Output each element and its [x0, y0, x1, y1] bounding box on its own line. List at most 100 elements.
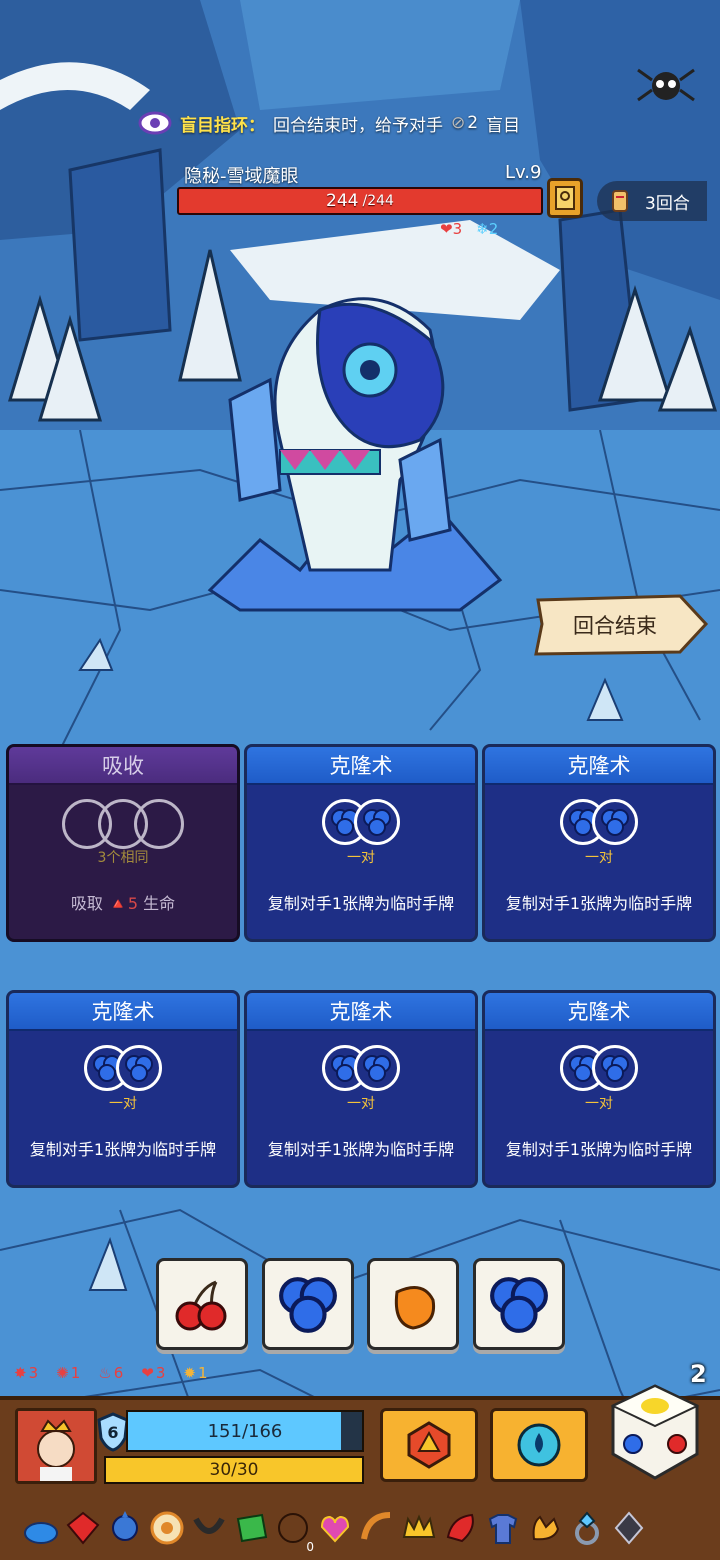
relic-heart-charm-icon[interactable]	[314, 1502, 356, 1554]
player-hp-bar: 151/166	[126, 1410, 364, 1452]
card-clone[interactable]: 克隆术 一对 复制对手1张牌为临时手牌	[244, 744, 478, 942]
end-turn-button[interactable]: 回合结束	[530, 594, 710, 656]
player-status-value: 1	[197, 1364, 208, 1382]
player-status-value: 3	[28, 1364, 39, 1382]
card-slots	[322, 1045, 400, 1091]
card-title: 克隆术	[247, 747, 475, 785]
relic-blue-shirt-icon[interactable]	[482, 1502, 524, 1554]
relic-blue-slime-icon[interactable]	[20, 1502, 62, 1554]
enemy-hp-max: /244	[362, 193, 394, 209]
scroll-icon	[612, 190, 628, 212]
card-title: 克隆术	[485, 993, 713, 1031]
blueberry-icon	[490, 1277, 548, 1333]
roll-dice-button[interactable]	[605, 1382, 705, 1482]
enemy-status-value: 2	[488, 220, 499, 238]
end-turn-label: 回合结束	[573, 614, 657, 638]
relic-diamond-ring-icon[interactable]	[566, 1502, 608, 1554]
card-description: 复制对手1张牌为临时手牌	[505, 1140, 693, 1159]
card-slots	[560, 1045, 638, 1091]
relic-green-leaf-icon[interactable]	[230, 1502, 272, 1554]
relic-count-badge: 0	[306, 1540, 314, 1554]
card-title: 吸收	[9, 747, 237, 785]
flame-icon: ✹ 1	[183, 1364, 208, 1382]
claw-icon: ♨ 6	[98, 1364, 124, 1382]
player-status-value: 3	[155, 1364, 166, 1382]
relic-button-icon[interactable]: 0	[272, 1502, 314, 1554]
desc-prefix: 吸取	[70, 894, 103, 913]
card-slots	[62, 799, 184, 849]
card-slots	[84, 1045, 162, 1091]
card-requirement: 一对	[347, 850, 375, 866]
blueberry-icon	[279, 1277, 337, 1333]
enemy-buff-bar[interactable]: 盲目指环： 回合结束时，给予对手 ⊘ 2 盲目	[138, 104, 578, 142]
blueberry-icon	[354, 799, 400, 845]
bite-icon: 🔺5	[107, 894, 139, 913]
enemy-hp-text: 244 /244	[179, 189, 541, 213]
player-hp-text: 151/166	[207, 1420, 283, 1442]
card-requirement: 一对	[347, 1096, 375, 1112]
blueberry-icon	[354, 1045, 400, 1091]
card-title: 克隆术	[247, 993, 475, 1031]
card-description: 复制对手1张牌为临时手牌	[505, 894, 693, 913]
card-clone[interactable]: 克隆术 一对 复制对手1张牌为临时手牌	[244, 990, 478, 1188]
relic-spiked-orb-icon[interactable]	[104, 1502, 146, 1554]
card-description: 复制对手1张牌为临时手牌	[267, 894, 455, 913]
buff-effect: 盲目	[486, 115, 521, 136]
relic-crown-icon[interactable]	[398, 1502, 440, 1554]
relic-red-dragon-icon[interactable]	[440, 1502, 482, 1554]
player-status-effects: ✸ 3 ✺ 1 ♨ 6 ❤ 3 ✹ 1	[14, 1364, 208, 1382]
skill-button-fire-die[interactable]	[380, 1408, 478, 1482]
burst-icon: ✺ 1	[56, 1364, 81, 1382]
buff-name: 盲目指环：	[180, 115, 265, 136]
card-title: 克隆术	[9, 993, 237, 1031]
snow-demon-eye-monster[interactable]	[200, 270, 520, 620]
card-clone[interactable]: 克隆术 一对 复制对手1张牌为临时手牌	[6, 990, 240, 1188]
snowflake-icon: ❄2	[476, 220, 499, 238]
blueberry-icon	[116, 1045, 162, 1091]
enemy-level: Lv.9	[505, 162, 542, 183]
skill-button-water-drop[interactable]	[490, 1408, 588, 1482]
eye-icon	[138, 111, 172, 135]
relic-target-icon[interactable]	[146, 1502, 188, 1554]
card-clone[interactable]: 克隆术 一对 复制对手1张牌为临时手牌	[482, 990, 716, 1188]
enemy-status-effects: ❤3 ❄2	[440, 220, 498, 238]
buff-description: 回合结束时，给予对手	[273, 115, 443, 136]
blueberry-icon	[592, 1045, 638, 1091]
buff-amount: 2	[467, 113, 479, 133]
card-clone[interactable]: 克隆术 一对 复制对手1张牌为临时手牌	[482, 744, 716, 942]
desc-num: 5	[127, 894, 139, 913]
relic-glove-icon[interactable]	[524, 1502, 566, 1554]
die-cherry[interactable]	[156, 1258, 248, 1350]
enemy-info-button[interactable]	[547, 178, 583, 218]
water-drop-icon	[517, 1423, 561, 1467]
card-slots	[560, 799, 638, 845]
player-energy-text: 30/30	[209, 1460, 259, 1480]
player-portrait[interactable]	[15, 1408, 97, 1484]
card-description: 吸取 🔺5 生命	[9, 890, 237, 914]
relic-collar-icon[interactable]	[188, 1502, 230, 1554]
relic-horn-icon[interactable]	[356, 1502, 398, 1554]
bleed-icon: ✸ 3	[14, 1364, 39, 1382]
relic-ruby-icon[interactable]	[62, 1502, 104, 1554]
die-blueberry[interactable]	[473, 1258, 565, 1350]
desc-suffix: 生命	[143, 894, 176, 913]
card-absorb[interactable]: 吸收 3个相同 吸取 🔺5 生命	[6, 744, 240, 942]
spider-icon	[637, 68, 695, 102]
card-description: 复制对手1张牌为临时手牌	[29, 1140, 217, 1159]
relic-bar: 0	[20, 1500, 700, 1556]
broken-heart-icon: ❤3	[440, 220, 463, 238]
die-orange[interactable]	[367, 1258, 459, 1350]
player-energy-bar: 30/30	[104, 1456, 364, 1484]
blueberry-icon	[592, 799, 638, 845]
card-description: 复制对手1张牌为临时手牌	[267, 1140, 455, 1159]
book-icon	[555, 186, 575, 210]
die-blueberry[interactable]	[262, 1258, 354, 1350]
turn-label: 3回合	[645, 193, 690, 214]
cherry-icon	[175, 1280, 227, 1331]
card-requirement: 一对	[109, 1096, 137, 1112]
enemy-name: 隐秘-雪域魔眼	[184, 166, 299, 187]
avatar	[18, 1411, 94, 1481]
enemy-status-value: 3	[452, 220, 463, 238]
relic-dark-crystal-icon[interactable]	[608, 1502, 650, 1554]
card-requirement: 一对	[585, 850, 613, 866]
